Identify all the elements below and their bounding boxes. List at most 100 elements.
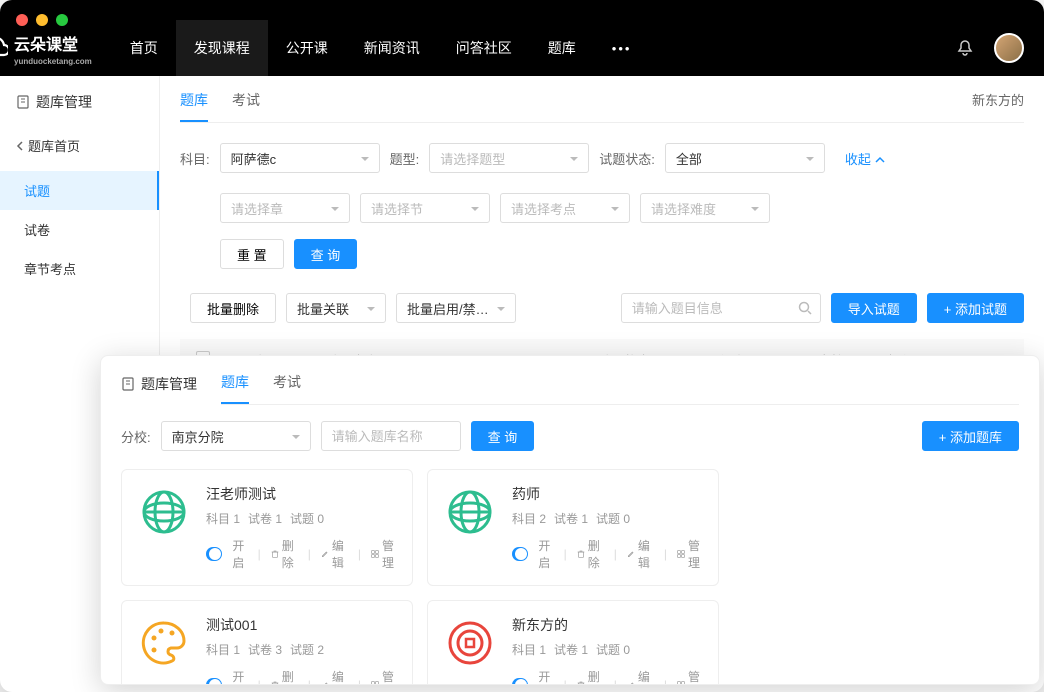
search-icon[interactable]	[798, 301, 812, 315]
ow-query-button[interactable]: 查 询	[471, 421, 535, 451]
nav-item-1[interactable]: 发现课程	[176, 20, 268, 76]
point-select[interactable]: 请选择考点	[500, 193, 630, 223]
tab-exams[interactable]: 考试	[232, 90, 260, 122]
status-select[interactable]: 全部	[665, 143, 825, 173]
card-delete[interactable]: 删除	[271, 537, 298, 571]
doc-icon	[121, 377, 135, 391]
sidebar-title: 题库管理	[0, 92, 159, 128]
ow-title: 题库管理	[121, 356, 221, 394]
nav-item-3[interactable]: 新闻资讯	[346, 20, 438, 76]
add-library-button[interactable]: + 添加题库	[922, 421, 1019, 451]
sidebar-back[interactable]: 题库首页	[0, 128, 159, 163]
open-toggle[interactable]	[512, 547, 528, 561]
add-question-button[interactable]: + 添加试题	[927, 293, 1024, 323]
branch-select[interactable]: 南京分院	[161, 421, 311, 451]
filter-row-1: 科目: 阿萨德c 题型: 请选择题型 试题状态: 全部 收起	[180, 143, 1024, 173]
chevron-left-icon	[16, 141, 24, 151]
open-toggle[interactable]	[206, 547, 222, 561]
subject-select[interactable]: 阿萨德c	[220, 143, 380, 173]
chapter-select[interactable]: 请选择章	[220, 193, 350, 223]
ow-tab-exam[interactable]: 考试	[273, 372, 301, 404]
open-toggle[interactable]	[512, 678, 528, 685]
library-card: 药师科目 2试卷 1试题 0开启| 删除| 编辑| 管理	[427, 469, 719, 586]
card-title: 测试001	[206, 615, 398, 635]
difficulty-select[interactable]: 请选择难度	[640, 193, 770, 223]
open-toggle[interactable]	[206, 678, 222, 685]
card-delete[interactable]: 删除	[577, 668, 604, 685]
zoom-dot[interactable]	[56, 14, 68, 26]
ow-search-input[interactable]	[332, 422, 430, 450]
card-manage[interactable]: 管理	[371, 668, 398, 685]
status-label: 试题状态:	[599, 149, 655, 168]
sidebar-item-2[interactable]: 章节考点	[0, 249, 159, 288]
card-meta: 科目 1试卷 1试题 0	[512, 641, 704, 658]
collapse-link[interactable]: 收起	[845, 149, 885, 168]
toolbar-row: 批量删除 批量关联 批量启用/禁… 导入试题 + 添加试题	[190, 293, 1024, 323]
filter-row-2: 请选择章 请选择节 请选择考点 请选择难度	[220, 193, 1024, 223]
branch-label: 分校:	[121, 427, 151, 446]
card-delete[interactable]: 删除	[577, 537, 604, 571]
cloud-icon	[0, 37, 8, 59]
query-button[interactable]: 查 询	[294, 239, 358, 269]
nav-item-5[interactable]: 题库	[530, 20, 594, 76]
card-delete[interactable]: 删除	[271, 668, 298, 685]
close-dot[interactable]	[16, 14, 28, 26]
reset-button[interactable]: 重 置	[220, 239, 284, 269]
import-button[interactable]: 导入试题	[831, 293, 917, 323]
card-actions: 开启| 删除| 编辑| 管理	[206, 668, 398, 685]
card-icon	[442, 484, 498, 540]
card-edit[interactable]: 编辑	[627, 537, 654, 571]
library-card: 新东方的科目 1试卷 1试题 0 开启| 删除| 编辑| 管理	[427, 600, 719, 685]
card-manage[interactable]: 管理	[677, 668, 704, 685]
library-card: 测试001 科目 1试卷 3试题 2 开启| 删除| 编辑| 管理	[121, 600, 413, 685]
ow-tab-lib[interactable]: 题库	[221, 372, 249, 404]
card-actions: 开启| 删除| 编辑| 管理	[512, 668, 704, 685]
bell-icon[interactable]	[956, 39, 974, 57]
card-manage[interactable]: 管理	[677, 537, 704, 571]
minimize-dot[interactable]	[36, 14, 48, 26]
card-edit[interactable]: 编辑	[627, 668, 654, 685]
bulk-delete-button[interactable]: 批量删除	[190, 293, 276, 323]
card-edit[interactable]: 编辑	[321, 537, 348, 571]
type-label: 题型:	[390, 149, 420, 168]
bulk-toggle-select[interactable]: 批量启用/禁…	[396, 293, 516, 323]
card-grid: 汪老师测试科目 1试卷 1试题 0开启| 删除| 编辑| 管理药师科目 2试卷 …	[121, 469, 1019, 685]
tabs: 题库 考试 新东方的	[180, 76, 1024, 123]
nav: 首页发现课程公开课新闻资讯问答社区题库	[112, 20, 594, 76]
card-meta: 科目 1试卷 3试题 2	[206, 641, 398, 658]
nav-more[interactable]: •••	[594, 41, 650, 56]
nav-item-0[interactable]: 首页	[112, 20, 176, 76]
card-actions: 开启| 删除| 编辑| 管理	[512, 537, 704, 571]
bulk-relate-select[interactable]: 批量关联	[286, 293, 386, 323]
topbar: 云朵课堂 yunduocketang.com 首页发现课程公开课新闻资讯问答社区…	[0, 0, 1044, 76]
card-icon	[442, 615, 498, 671]
open-label: 开启	[538, 668, 553, 685]
tabs-right-label: 新东方的	[972, 90, 1024, 109]
logo[interactable]: 云朵课堂 yunduocketang.com	[0, 31, 92, 66]
search-input-wrap	[621, 293, 821, 323]
open-label: 开启	[538, 537, 553, 571]
ow-tabs: 题库 考试	[221, 356, 1019, 405]
type-select[interactable]: 请选择题型	[429, 143, 589, 173]
filter-buttons: 重 置 查 询	[220, 239, 1024, 269]
open-label: 开启	[232, 668, 247, 685]
library-card: 汪老师测试科目 1试卷 1试题 0开启| 删除| 编辑| 管理	[121, 469, 413, 586]
card-meta: 科目 2试卷 1试题 0	[512, 510, 704, 527]
card-manage[interactable]: 管理	[371, 537, 398, 571]
doc-icon	[16, 95, 30, 109]
avatar[interactable]	[994, 33, 1024, 63]
brand-text: 云朵课堂	[14, 31, 92, 55]
section-select[interactable]: 请选择节	[360, 193, 490, 223]
tab-questions[interactable]: 题库	[180, 90, 208, 122]
card-meta: 科目 1试卷 1试题 0	[206, 510, 398, 527]
chevron-up-icon	[875, 156, 885, 164]
overlay-window: 题库管理 题库 考试 分校: 南京分院 查 询 + 添加题库	[100, 355, 1040, 685]
sidebar-item-1[interactable]: 试卷	[0, 210, 159, 249]
nav-item-4[interactable]: 问答社区	[438, 20, 530, 76]
search-input[interactable]	[632, 294, 790, 322]
card-edit[interactable]: 编辑	[321, 668, 348, 685]
ow-search-wrap	[321, 421, 461, 451]
card-title: 新东方的	[512, 615, 704, 635]
nav-item-2[interactable]: 公开课	[268, 20, 346, 76]
sidebar-item-0[interactable]: 试题	[0, 171, 159, 210]
